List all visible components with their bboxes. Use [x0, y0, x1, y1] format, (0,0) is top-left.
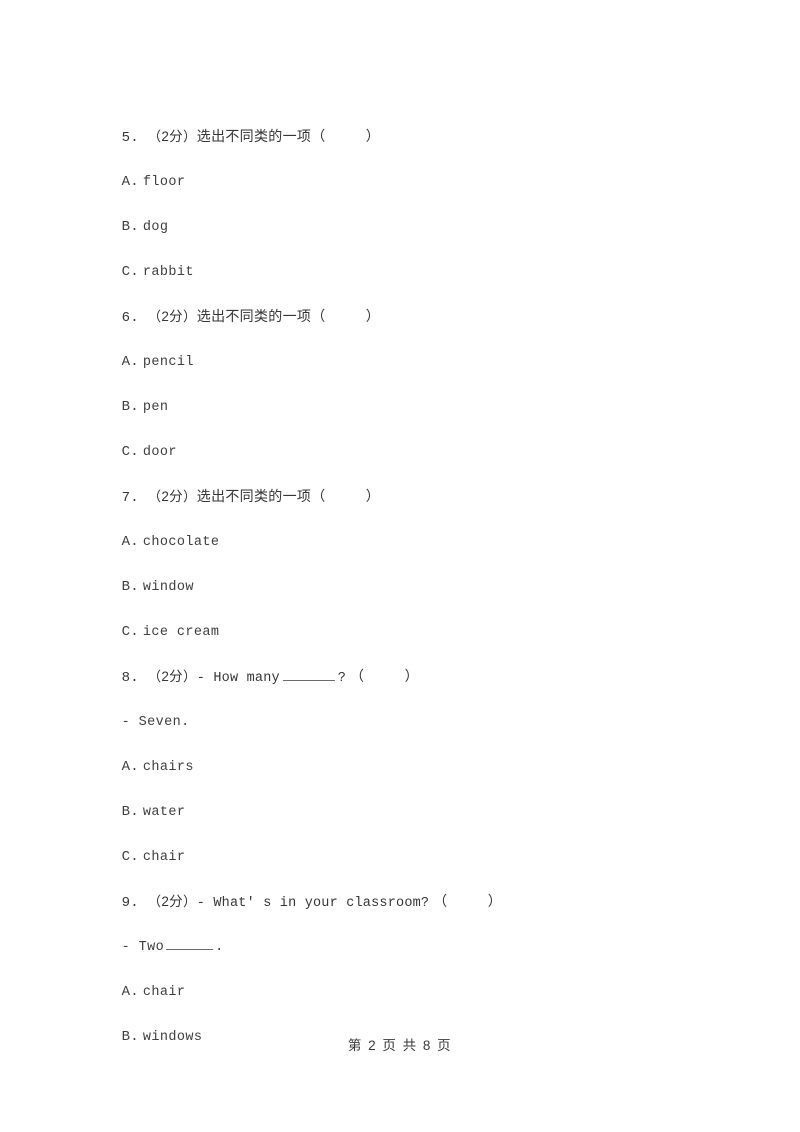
option-text: ice cream [142, 625, 220, 640]
option-separator: . [130, 174, 139, 190]
option-separator: . [130, 804, 139, 820]
option-text: water [142, 805, 186, 820]
option-letter: B [121, 579, 131, 595]
page-number-label: 第 2 页 共 8 页 [347, 1038, 453, 1053]
question-number: 5. [121, 130, 139, 146]
question-score: （2分） [147, 894, 197, 909]
question-text-after-blank: ? [337, 671, 347, 686]
question-number: 9. [121, 895, 139, 911]
option-separator: . [130, 759, 139, 775]
option-text: pencil [142, 355, 194, 370]
option-text: chair [142, 985, 186, 1000]
option-letter: A [121, 174, 131, 190]
question-score: （2分） [147, 309, 197, 324]
page-footer: 第 2 页 共 8 页 [0, 1034, 800, 1054]
option-text: door [142, 445, 177, 460]
question-text: 选出不同类的一项 [196, 308, 312, 324]
option-row[interactable]: A. floor [98, 145, 718, 190]
option-row[interactable]: B. window [98, 550, 718, 595]
answer-parenthesis[interactable]: （ ） [311, 488, 385, 504]
option-row[interactable]: A. chair [98, 955, 718, 1000]
question-list: 5. （2分）选出不同类的一项（ ） A. floor B. dog C. rab… [98, 100, 718, 1045]
option-row[interactable]: B. water [98, 775, 718, 820]
option-letter: C [121, 624, 131, 640]
option-text: chairs [142, 760, 194, 775]
question-number: 8. [121, 670, 139, 686]
answer-parenthesis[interactable]: （ ） [311, 128, 385, 144]
question-stem: 7. （2分）选出不同类的一项（ ） [98, 460, 718, 506]
option-letter: C [121, 264, 131, 280]
option-separator: . [130, 219, 139, 235]
option-letter: C [121, 849, 131, 865]
question-text: 选出不同类的一项 [196, 488, 312, 504]
option-separator: . [130, 399, 139, 415]
option-letter: A [121, 534, 131, 550]
option-separator: . [130, 354, 139, 370]
question-score: （2分） [147, 669, 197, 684]
option-separator: . [130, 984, 139, 1000]
fill-in-blank[interactable] [166, 936, 214, 950]
dialogue-reply-after-blank: . [215, 940, 224, 955]
question-number: 6. [121, 310, 139, 326]
option-row[interactable]: C. rabbit [98, 235, 718, 280]
option-text: chair [142, 850, 186, 865]
answer-parenthesis[interactable]: （ ） [350, 668, 424, 684]
option-letter: B [121, 804, 131, 820]
option-row[interactable]: A. chocolate [98, 505, 718, 550]
dialogue-reply: - Two. [98, 910, 718, 955]
dialogue-reply-before-blank: - Two [121, 940, 165, 955]
option-text: dog [142, 220, 169, 235]
option-text: window [142, 580, 194, 595]
option-row[interactable]: A. chairs [98, 730, 718, 775]
option-separator: . [130, 579, 139, 595]
option-letter: B [121, 399, 131, 415]
answer-parenthesis[interactable]: （ ） [311, 308, 385, 324]
question-text: - What' s in your classroom? [196, 896, 430, 911]
option-text: floor [142, 175, 186, 190]
answer-parenthesis[interactable]: （ ） [433, 893, 507, 909]
option-letter: C [121, 444, 131, 460]
option-letter: A [121, 984, 131, 1000]
option-row[interactable]: C. door [98, 415, 718, 460]
question-score: （2分） [147, 129, 197, 144]
document-page: 5. （2分）选出不同类的一项（ ） A. floor B. dog C. rab… [0, 0, 800, 1132]
option-row[interactable]: B. pen [98, 370, 718, 415]
option-separator: . [130, 444, 139, 460]
option-row[interactable]: A. pencil [98, 325, 718, 370]
option-separator: . [130, 849, 139, 865]
option-letter: A [121, 759, 131, 775]
question-stem: 9. （2分）- What' s in your classroom? （ ） [98, 865, 718, 911]
question-stem: 5. （2分）选出不同类的一项（ ） [98, 100, 718, 146]
option-row[interactable]: B. dog [98, 190, 718, 235]
option-letter: A [121, 354, 131, 370]
option-text: chocolate [142, 535, 220, 550]
option-row[interactable]: C. chair [98, 820, 718, 865]
question-score: （2分） [147, 489, 197, 504]
question-text-before-blank: - How many [196, 671, 280, 686]
dialogue-reply-text: - Seven. [121, 715, 190, 730]
option-letter: B [121, 219, 131, 235]
option-text: rabbit [142, 265, 194, 280]
option-text: pen [142, 400, 169, 415]
option-row[interactable]: C. ice cream [98, 595, 718, 640]
question-number: 7. [121, 490, 139, 506]
fill-in-blank[interactable] [282, 667, 335, 681]
option-separator: . [130, 624, 139, 640]
question-stem: 6. （2分）选出不同类的一项（ ） [98, 280, 718, 326]
question-text: 选出不同类的一项 [196, 128, 312, 144]
option-separator: . [130, 534, 139, 550]
option-separator: . [130, 264, 139, 280]
dialogue-reply: - Seven. [98, 685, 718, 730]
question-stem: 8. （2分）- How many? （ ） [98, 640, 718, 686]
